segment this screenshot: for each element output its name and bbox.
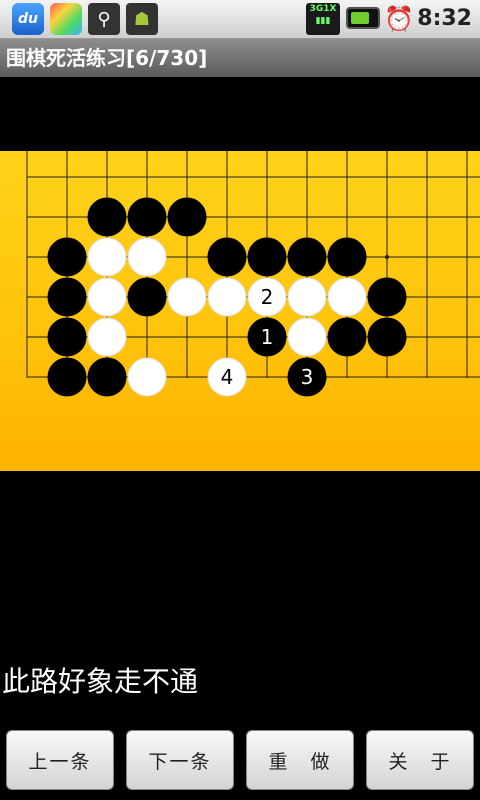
move-number-label: 4	[221, 365, 234, 389]
black-stone	[287, 237, 327, 277]
white-stone	[327, 277, 367, 317]
black-stone: 3	[287, 357, 327, 397]
black-stone	[87, 197, 127, 237]
white-stone	[127, 357, 167, 397]
hint-message: 此路好象走不通	[2, 665, 199, 698]
status-time: 8:32	[417, 6, 472, 31]
black-stone	[47, 277, 87, 317]
move-number-label: 1	[261, 325, 274, 349]
white-stone: 4	[207, 357, 247, 397]
app-icon	[50, 3, 82, 35]
redo-button[interactable]: 重 做	[246, 730, 354, 790]
black-stone	[87, 357, 127, 397]
black-stone	[367, 317, 407, 357]
black-stone	[327, 317, 367, 357]
page-title: 围棋死活练习[6/730]	[0, 39, 480, 77]
black-stone: 1	[247, 317, 287, 357]
black-stone	[127, 277, 167, 317]
move-number-label: 3	[301, 365, 314, 389]
white-stone	[87, 237, 127, 277]
go-board-grid: 2 1 4 3	[26, 151, 480, 397]
usb-icon: ⚲	[88, 3, 120, 35]
signal-icon: 3G1X ▮▮▮	[306, 3, 340, 35]
black-stone	[47, 237, 87, 277]
white-stone	[127, 237, 167, 277]
alarm-icon: ⏰	[384, 5, 414, 33]
black-stone	[367, 277, 407, 317]
black-stone	[47, 317, 87, 357]
battery-icon	[346, 7, 380, 29]
black-stone	[167, 197, 207, 237]
black-stone	[327, 237, 367, 277]
black-stone	[127, 197, 167, 237]
white-stone	[287, 277, 327, 317]
move-number-label: 2	[261, 285, 274, 309]
status-bar: du ⚲ ☗ 3G1X ▮▮▮ ⏰ 8:32	[0, 0, 480, 39]
white-stone: 2	[247, 277, 287, 317]
black-stone	[247, 237, 287, 277]
white-stone	[87, 317, 127, 357]
star-point	[385, 255, 389, 259]
go-board[interactable]: 2 1 4 3	[0, 151, 480, 471]
black-stone	[207, 237, 247, 277]
du-icon: du	[12, 3, 44, 35]
black-stone	[47, 357, 87, 397]
about-button[interactable]: 关 于	[366, 730, 474, 790]
white-stone	[167, 277, 207, 317]
prev-problem-button[interactable]: 上一条	[6, 730, 114, 790]
white-stone	[87, 277, 127, 317]
next-problem-button[interactable]: 下一条	[126, 730, 234, 790]
white-stone	[207, 277, 247, 317]
android-debug-icon: ☗	[126, 3, 158, 35]
white-stone	[287, 317, 327, 357]
